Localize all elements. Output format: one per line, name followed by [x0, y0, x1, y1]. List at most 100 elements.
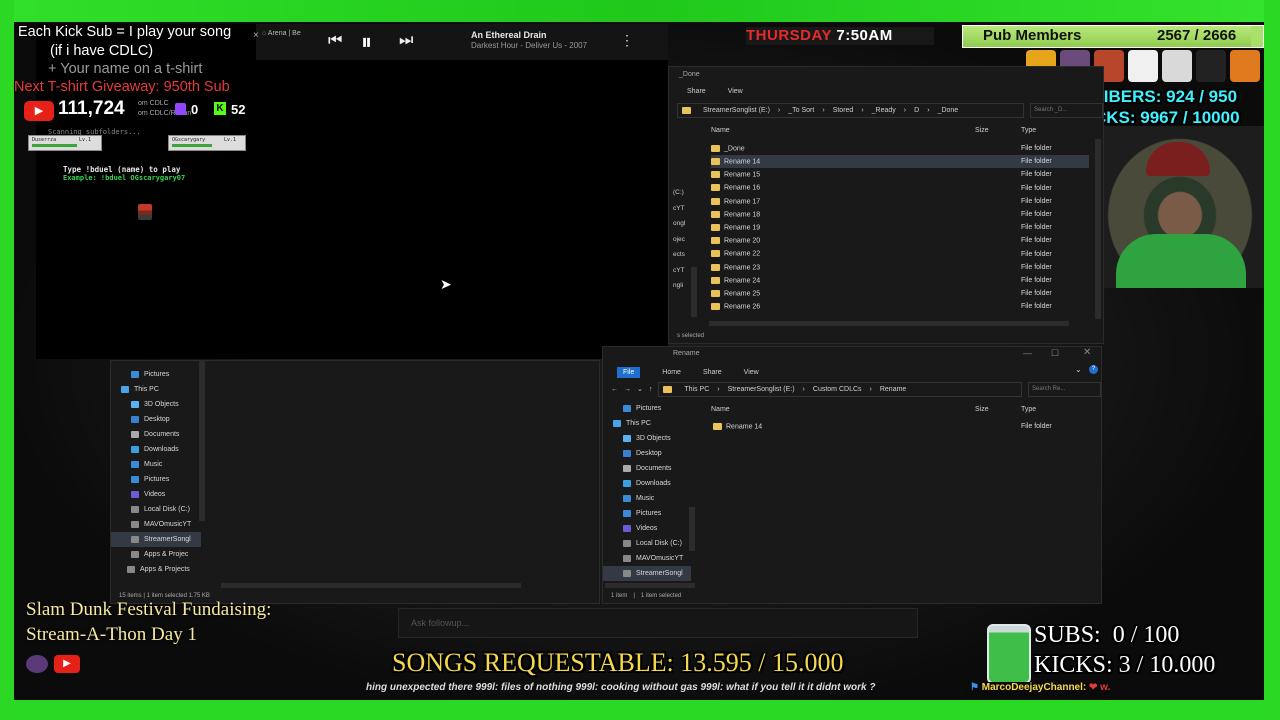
nav-item[interactable]: Apps & Projec: [111, 547, 201, 562]
tab-close-icon[interactable]: ×: [253, 30, 259, 41]
top-search-input[interactable]: Search _D...: [1030, 102, 1103, 118]
close-icon[interactable]: ✕: [1083, 347, 1091, 358]
songs-requestable: SONGS REQUESTABLE: 13.595 / 15.000: [392, 648, 844, 677]
list-item[interactable]: Rename 20 File folder: [711, 234, 1089, 247]
pictures-icon: [131, 476, 139, 483]
nav-item[interactable]: Desktop: [111, 412, 201, 427]
nav-item[interactable]: Local Disk (C:): [603, 536, 691, 551]
next-track-icon[interactable]: ⏭: [399, 32, 413, 50]
nav-item[interactable]: Downloads: [603, 476, 691, 491]
nav-item[interactable]: Documents: [603, 461, 691, 476]
list-item[interactable]: Rename 23 File folder: [711, 261, 1089, 274]
pause-button[interactable]: ⏸: [361, 29, 372, 55]
downloads-icon: [623, 480, 631, 487]
list-item[interactable]: Rename 17 File folder: [711, 195, 1089, 208]
nav-item[interactable]: Music: [603, 491, 691, 506]
nav-item[interactable]: Pictures: [111, 367, 201, 382]
bottom-nav-scrollbar[interactable]: [689, 507, 695, 551]
left-nav-scrollbar[interactable]: [199, 361, 205, 521]
nav-item[interactable]: MAVOmusicYT: [603, 551, 691, 566]
nav-item[interactable]: Apps & Projects: [111, 562, 201, 577]
nav-item[interactable]: Music: [111, 457, 201, 472]
bottom-status-bar: 1 item | 1 item selected: [611, 593, 682, 599]
left-horizontal-scrollbar[interactable]: [221, 583, 521, 588]
col-name[interactable]: Name: [711, 127, 975, 134]
list-item[interactable]: Rename 22 File folder: [711, 248, 1089, 261]
heart-icon: ❤ w.: [1086, 682, 1111, 693]
tab-view[interactable]: View: [744, 369, 759, 376]
col-name[interactable]: Name: [711, 406, 975, 413]
ribbon-expand-icon[interactable]: ⌄: [1075, 365, 1082, 374]
tab-file[interactable]: File: [617, 366, 641, 378]
green-border-bottom: [0, 700, 1280, 720]
recent-icon[interactable]: ⌄: [637, 385, 643, 393]
help-icon[interactable]: ?: [1089, 365, 1098, 374]
bottom-column-header: Name Size Type: [711, 402, 1091, 416]
nav-item[interactable]: 3D Objects: [603, 431, 691, 446]
nav-item[interactable]: StreamerSongl: [603, 566, 691, 581]
nav-item[interactable]: Pictures: [603, 506, 691, 521]
list-item[interactable]: Rename 24 File folder: [711, 274, 1089, 287]
desktop-icon: [131, 416, 139, 423]
nav-item[interactable]: Documents: [111, 427, 201, 442]
list-item[interactable]: Rename 18 File folder: [711, 208, 1089, 221]
tab-share[interactable]: Share: [703, 369, 722, 376]
nav-item[interactable]: This PC: [603, 416, 691, 431]
nav-item[interactable]: Downloads: [111, 442, 201, 457]
videos-icon: [131, 491, 139, 498]
col-size[interactable]: Size: [975, 406, 1021, 413]
tab-share[interactable]: Share: [687, 88, 706, 95]
nav-item[interactable]: StreamerSongl: [111, 532, 201, 547]
list-item[interactable]: Rename 16 File folder: [711, 182, 1089, 195]
top-breadcrumb[interactable]: StreamerSonglist (E:) › _To Sort › Stored ›…: [677, 102, 1024, 118]
list-item[interactable]: Rename 26 File folder: [711, 300, 1089, 313]
nav-item[interactable]: Videos: [111, 487, 201, 502]
kick-count: 52: [231, 102, 246, 117]
player1-level: Lv.1: [79, 137, 92, 143]
top-nav-partial: (C:) cYT ongl ojec ects cYT ngli: [673, 189, 686, 289]
back-icon[interactable]: ←: [611, 386, 618, 393]
list-item[interactable]: _Done File folder: [711, 142, 1089, 155]
list-item[interactable]: Rename 14 File folder: [711, 155, 1089, 169]
col-type[interactable]: Type: [1021, 127, 1036, 134]
tab-home[interactable]: Home: [662, 369, 681, 376]
previous-track-icon[interactable]: ⏮: [328, 32, 342, 50]
list-item[interactable]: Rename 25 File folder: [711, 287, 1089, 300]
drive-icon: [131, 521, 139, 528]
nav-item[interactable]: Local Disk (C:): [111, 502, 201, 517]
nav-item[interactable]: Pictures: [111, 472, 201, 487]
nav-item[interactable]: Videos: [603, 521, 691, 536]
minimize-icon[interactable]: —: [1023, 348, 1032, 358]
folder-icon: [711, 210, 720, 218]
top-horizontal-scrollbar[interactable]: [709, 321, 1069, 326]
list-item[interactable]: Rename 14 File folder: [713, 420, 1091, 433]
nav-item[interactable]: This PC: [111, 382, 201, 397]
nav-item[interactable]: 3D Objects: [111, 397, 201, 412]
drive-icon: [623, 540, 631, 547]
tab-label: Arena | Be: [267, 30, 301, 37]
bottom-breadcrumb[interactable]: This PC › StreamerSonglist (E:) › Custom C…: [658, 381, 1022, 397]
bottom-search-input[interactable]: Search Re...: [1028, 381, 1101, 397]
list-item[interactable]: Rename 15 File folder: [711, 168, 1089, 181]
tab-view[interactable]: View: [728, 88, 743, 95]
nav-item[interactable]: Pictures: [603, 401, 691, 416]
nav-item[interactable]: MAVOmusicYT: [111, 517, 201, 532]
top-nav-scrollbar[interactable]: [691, 267, 697, 317]
downloads-icon: [131, 446, 139, 453]
list-item[interactable]: Rename 19 File folder: [711, 221, 1089, 234]
forward-icon[interactable]: →: [624, 386, 631, 393]
ask-followup-input[interactable]: Ask followup...: [398, 608, 918, 638]
nav-item[interactable]: Desktop: [603, 446, 691, 461]
browser-tab[interactable]: ⌂ Arena | Be: [262, 30, 322, 44]
col-type[interactable]: Type: [1021, 406, 1036, 413]
more-options-icon[interactable]: ⋮: [620, 32, 634, 49]
top-file-scrollbar[interactable]: [1095, 139, 1101, 319]
col-size[interactable]: Size: [975, 127, 1021, 134]
bottom-horizontal-scrollbar[interactable]: [605, 583, 695, 588]
drive-icon: [131, 551, 139, 558]
maximize-icon[interactable]: ☐: [1051, 348, 1059, 359]
mouse-cursor-icon: ➤: [440, 276, 452, 292]
pc-icon: [613, 420, 621, 427]
drive-icon: [131, 536, 139, 543]
up-icon[interactable]: ↑: [649, 386, 653, 393]
